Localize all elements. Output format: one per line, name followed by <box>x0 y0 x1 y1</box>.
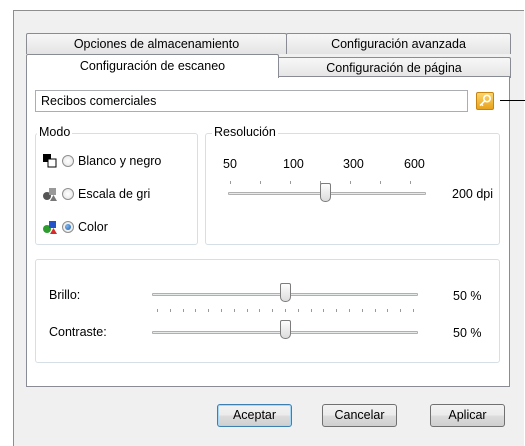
contrast-slider-thumb[interactable] <box>279 320 291 339</box>
brightness-slider-thumb[interactable] <box>279 283 291 302</box>
tick-mark <box>285 309 286 312</box>
apply-button-label: Aplicar <box>448 408 487 422</box>
key-button[interactable] <box>476 92 494 110</box>
tick-mark <box>361 309 363 312</box>
resolution-tick-50: 50 <box>223 157 237 171</box>
tick-mark <box>260 181 261 184</box>
tick-mark <box>297 309 299 312</box>
color-icon <box>43 221 57 234</box>
tick-mark <box>410 181 411 184</box>
apply-button[interactable]: Aplicar <box>430 404 505 427</box>
mode-option-grayscale[interactable]: Escala de grises <box>42 185 150 203</box>
tick-mark <box>233 309 235 312</box>
brightness-label: Brillo: <box>49 288 81 302</box>
radio-black-white[interactable] <box>62 155 74 167</box>
tab-storage-options[interactable]: Opciones de almacenamiento <box>26 33 287 54</box>
grayscale-icon <box>43 188 57 201</box>
ok-button[interactable]: Aceptar <box>217 404 292 427</box>
callout-line <box>500 100 525 101</box>
tick-mark <box>182 309 184 312</box>
resolution-slider-thumb[interactable] <box>320 183 331 202</box>
adjustments-group <box>35 259 500 363</box>
tick-mark <box>336 309 338 312</box>
tick-mark <box>387 309 389 312</box>
tab-advanced-settings[interactable]: Configuración avanzada <box>286 33 511 54</box>
key-icon <box>479 94 492 107</box>
tab-label: Opciones de almacenamiento <box>73 37 240 51</box>
tick-mark <box>380 181 381 184</box>
resolution-tick-300: 300 <box>343 157 364 171</box>
resolution-value: 200 dpi <box>452 187 494 201</box>
tick-mark <box>350 181 351 184</box>
tab-label: Configuración avanzada <box>331 37 466 51</box>
mode-option-label: Blanco y negro <box>78 154 162 168</box>
tick-mark <box>208 309 210 312</box>
tab-scan-settings[interactable]: Configuración de escaneo <box>26 54 279 78</box>
tick-mark <box>400 309 402 312</box>
resolution-tick-100: 100 <box>283 157 304 171</box>
cancel-button[interactable]: Cancelar <box>322 404 397 427</box>
tick-mark <box>374 309 376 312</box>
tick-mark <box>246 309 248 312</box>
tick-mark <box>157 309 158 312</box>
tick-mark <box>230 181 231 184</box>
contrast-label: Contraste: <box>49 325 107 339</box>
profile-name-field[interactable]: Recibos comerciales <box>35 90 468 112</box>
tick-mark <box>272 309 274 312</box>
contrast-value: 50 % <box>453 326 482 340</box>
tick-mark <box>169 309 171 312</box>
tick-mark <box>259 309 261 312</box>
tab-label: Configuración de escaneo <box>79 59 226 73</box>
tab-page-settings[interactable]: Configuración de página <box>277 57 511 78</box>
radio-color[interactable] <box>62 221 74 233</box>
cancel-button-label: Cancelar <box>334 408 385 422</box>
mode-option-color[interactable]: Color <box>42 218 108 236</box>
ok-button-label: Aceptar <box>232 408 277 422</box>
black-white-icon <box>43 154 57 168</box>
resolution-group-title: Resolución <box>212 125 278 139</box>
tick-mark <box>323 309 325 312</box>
profile-name-value: Recibos comerciales <box>41 94 157 108</box>
tick-mark <box>310 309 312 312</box>
tick-mark <box>413 309 414 312</box>
tick-mark <box>290 181 291 184</box>
resolution-tick-600: 600 <box>404 157 425 171</box>
tick-mark <box>195 309 197 312</box>
mode-option-black-white[interactable]: Blanco y negro <box>42 152 161 170</box>
tick-mark <box>221 309 222 312</box>
tick-mark <box>349 309 350 312</box>
mode-group-title: Modo <box>37 125 73 139</box>
mode-option-label: Color <box>78 220 108 234</box>
tab-label: Configuración de página <box>326 61 462 75</box>
radio-grayscale[interactable] <box>62 188 74 200</box>
brightness-value: 50 % <box>453 289 482 303</box>
mode-option-label: Escala de grises <box>78 187 150 201</box>
